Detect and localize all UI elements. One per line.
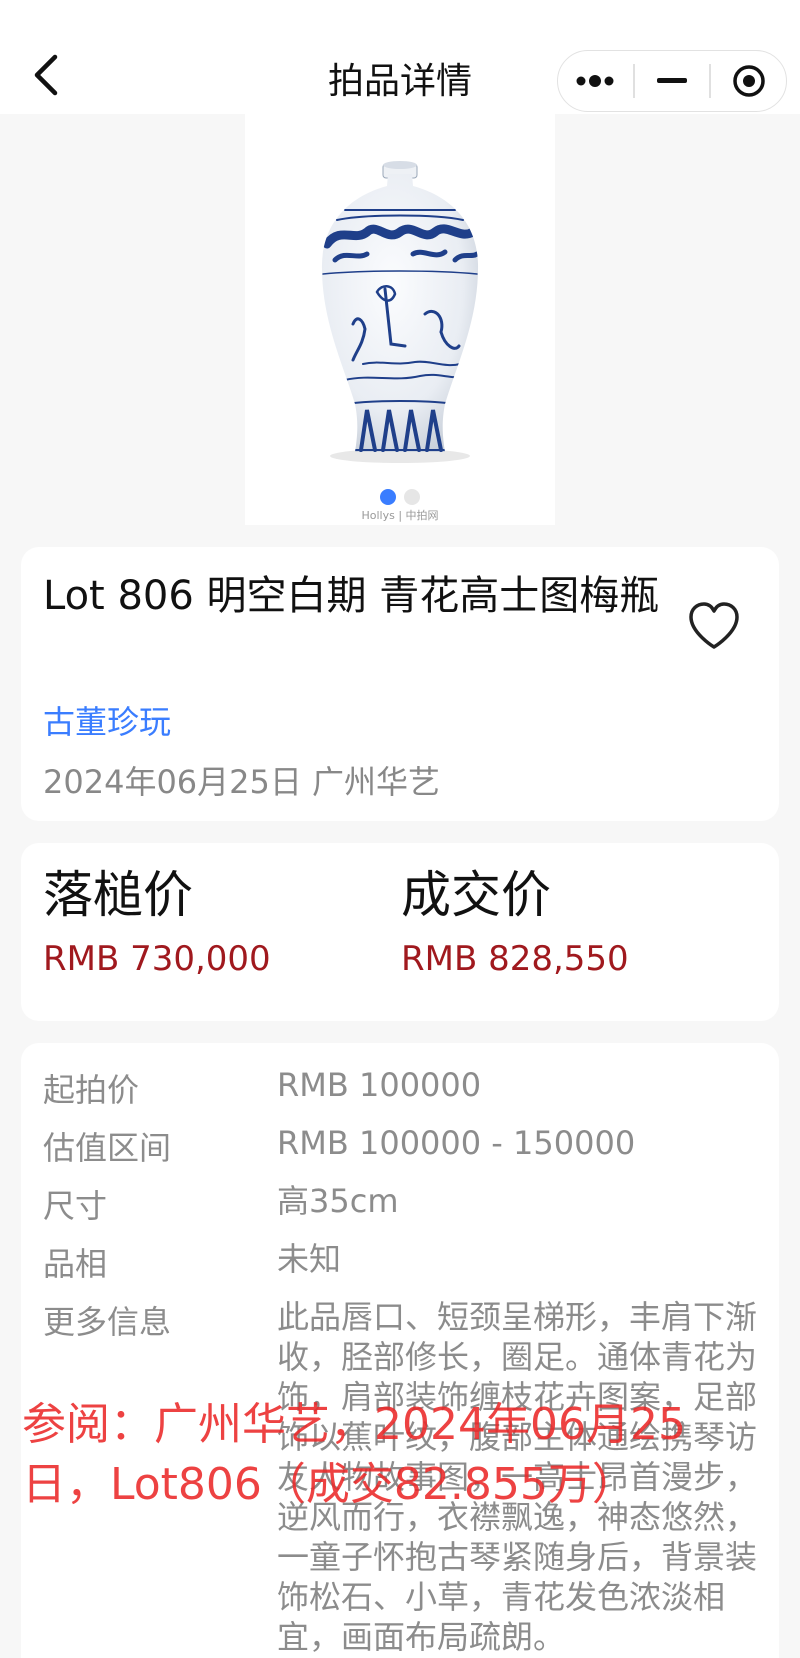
details-card: 起拍价 RMB 100000 估值区间 RMB 100000 - 150000 … (21, 1043, 779, 1658)
auction-date-house: 2024年06月25日 广州华艺 (43, 763, 441, 801)
hammer-price-value: RMB 730,000 (43, 939, 271, 979)
more-dots-icon (576, 75, 614, 87)
detail-label: 估值区间 (43, 1129, 172, 1167)
hammer-price-label: 落槌价 (43, 866, 193, 924)
target-icon (732, 65, 765, 97)
detail-description: 此品唇口、短颈呈梯形，丰肩下渐收，胫部修长，圈足。通体青花为饰，肩部装饰缠枝花卉… (277, 1298, 758, 1656)
detail-value: 未知 (277, 1240, 342, 1278)
minimize-button[interactable] (635, 51, 710, 111)
more-button[interactable] (558, 51, 633, 111)
deal-price-value: RMB 828,550 (401, 939, 629, 979)
favorite-button[interactable] (683, 595, 745, 657)
detail-label: 更多信息 (43, 1303, 172, 1341)
vase-image (321, 161, 479, 463)
close-app-button[interactable] (711, 51, 786, 111)
deal-price: 成交价 RMB 828,550 (401, 863, 629, 979)
detail-value: RMB 100000 - 150000 (277, 1124, 636, 1162)
detail-value: 高35cm (277, 1182, 399, 1220)
category-link[interactable]: 古董珍玩 (43, 697, 171, 743)
lot-title: Lot 806 明空白期 青花高士图梅瓶 (43, 573, 660, 619)
heart-icon (689, 602, 739, 649)
detail-value: RMB 100000 (277, 1066, 482, 1104)
carousel-dot[interactable] (404, 489, 420, 505)
detail-label: 品相 (43, 1245, 108, 1283)
price-card: 落槌价 RMB 730,000 成交价 RMB 828,550 (21, 843, 779, 1021)
deal-price-label: 成交价 (401, 866, 551, 924)
image-watermark: Hollys | 中拍网 (361, 509, 439, 522)
lot-image-carousel[interactable]: Hollys | 中拍网 (245, 114, 555, 525)
mini-program-capsule (557, 50, 787, 112)
lot-title-card: Lot 806 明空白期 青花高士图梅瓶 古董珍玩 2024年06月25日 广州… (21, 547, 779, 821)
minimize-icon (657, 78, 687, 83)
detail-label: 尺寸 (43, 1187, 108, 1225)
hammer-price: 落槌价 RMB 730,000 (43, 863, 271, 979)
nav-bar: 拍品详情 (0, 0, 800, 114)
carousel-indicator (245, 489, 555, 505)
detail-label: 起拍价 (43, 1071, 140, 1109)
carousel-dot-active[interactable] (380, 489, 396, 505)
